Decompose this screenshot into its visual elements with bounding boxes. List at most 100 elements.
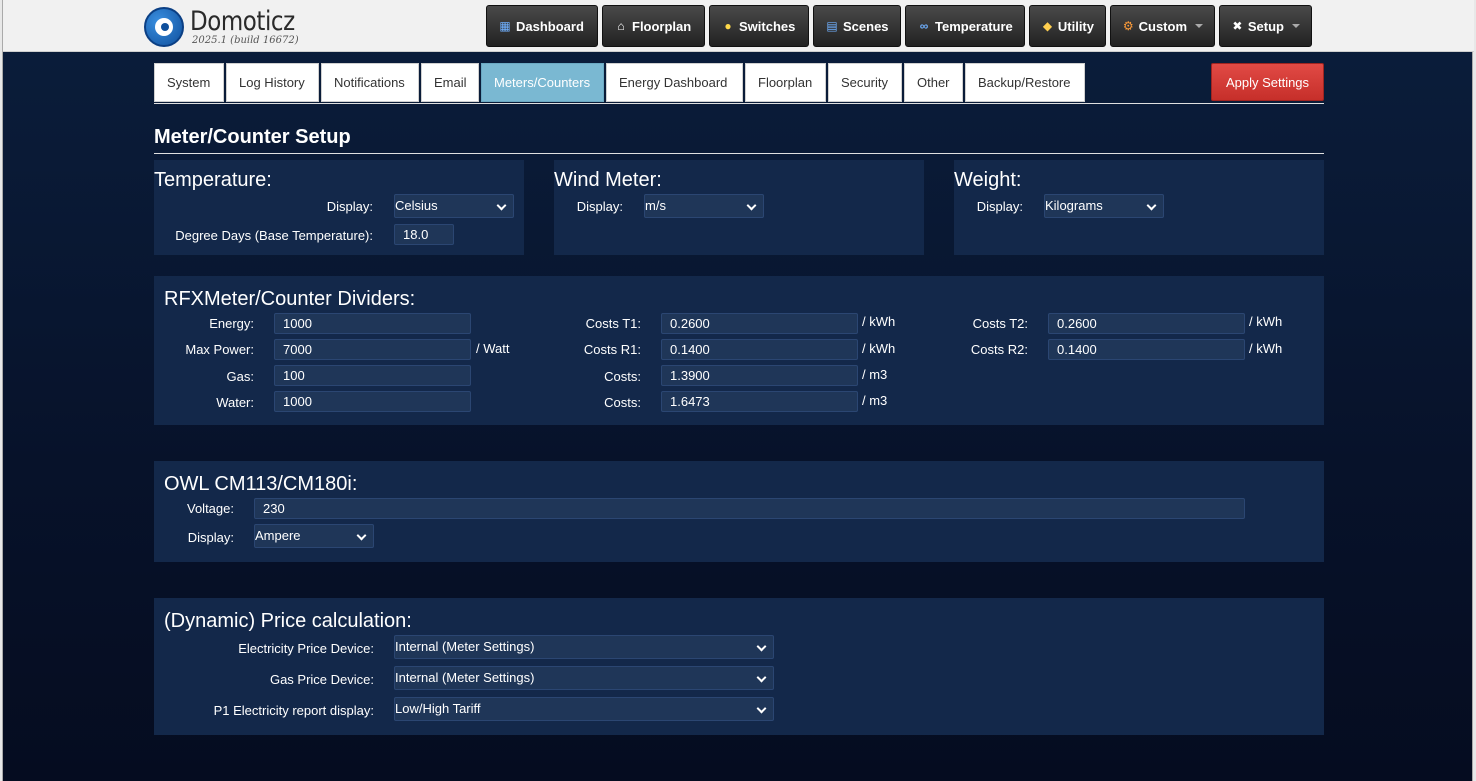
- rfxmeter-panel: RFXMeter/Counter Dividers: Energy: 1000 …: [154, 276, 1324, 425]
- nav-switches-button[interactable]: ● Switches: [709, 5, 809, 47]
- chevron-down-icon: [756, 703, 767, 714]
- tab-notifications[interactable]: Notifications: [321, 63, 419, 102]
- costs-t1-input[interactable]: 0.2600: [661, 313, 858, 334]
- nav-setup-dropdown[interactable]: ✖ Setup: [1219, 5, 1312, 47]
- electricity-price-device-value: Internal (Meter Settings): [395, 639, 535, 654]
- costs-t2-input[interactable]: 0.2600: [1048, 313, 1245, 334]
- caret-down-icon: [1195, 24, 1203, 28]
- p1-report-display-value: Low/High Tariff: [395, 701, 481, 716]
- owl-display-select[interactable]: Ampere: [254, 524, 374, 548]
- rfxmeter-title: RFXMeter/Counter Dividers:: [164, 288, 416, 310]
- dashboard-icon: ▦: [499, 19, 511, 33]
- owl-display-label: Display:: [187, 530, 234, 545]
- wind-meter-panel: Wind Meter: Display: m/s: [554, 160, 924, 255]
- max-power-unit: / Watt: [476, 341, 510, 356]
- max-power-label: Max Power:: [185, 342, 254, 357]
- caret-down-icon: [1292, 24, 1300, 28]
- temperature-panel: Temperature: Display: Celsius Degree Day…: [154, 160, 524, 255]
- gas-price-device-label: Gas Price Device:: [269, 672, 374, 687]
- nav-setup-label: Setup: [1247, 18, 1284, 34]
- weight-panel: Weight: Display: Kilograms: [954, 160, 1324, 255]
- nav-floorplan-button[interactable]: ⌂ Floorplan: [602, 5, 705, 47]
- nav-switches-label: Switches: [739, 18, 796, 34]
- temperature-display-value: Celsius: [395, 198, 438, 213]
- gas-label: Gas:: [226, 369, 254, 384]
- costs-t2-label: Costs T2:: [972, 316, 1028, 331]
- water-input[interactable]: 1000: [274, 391, 471, 412]
- degree-days-input[interactable]: 18.0: [394, 224, 454, 245]
- nav-temperature-label: Temperature: [935, 18, 1013, 34]
- weight-display-label: Display:: [976, 199, 1023, 214]
- app-frame: Domoticz 2025.1 (build 16672) ▦ Dashboar…: [2, 0, 1474, 781]
- app-name: Domoticz: [190, 6, 295, 37]
- water-label: Water:: [216, 395, 254, 410]
- main-nav: ▦ Dashboard ⌂ Floorplan ● Switches ▤ Sce…: [486, 5, 1312, 47]
- weight-display-select[interactable]: Kilograms: [1044, 194, 1164, 218]
- temperature-title: Temperature:: [154, 169, 272, 191]
- wind-display-label: Display:: [576, 199, 623, 214]
- costs-t1-unit: / kWh: [862, 314, 896, 329]
- nav-scenes-button[interactable]: ▤ Scenes: [813, 5, 901, 47]
- wind-display-value: m/s: [645, 198, 666, 213]
- tools-icon: ✖: [1232, 19, 1243, 33]
- chevron-down-icon: [756, 641, 767, 652]
- nav-dashboard-button[interactable]: ▦ Dashboard: [486, 5, 598, 47]
- energy-input[interactable]: 1000: [274, 313, 471, 334]
- nav-temperature-button[interactable]: ∞ Temperature: [905, 5, 1025, 47]
- costs-t1-label: Costs T1:: [585, 316, 641, 331]
- gas-price-device-select[interactable]: Internal (Meter Settings): [394, 666, 774, 690]
- nav-custom-dropdown[interactable]: ⚙ Custom: [1110, 5, 1215, 47]
- price-calculation-panel: (Dynamic) Price calculation: Electricity…: [154, 598, 1324, 735]
- p1-report-display-select[interactable]: Low/High Tariff: [394, 697, 774, 721]
- tab-floorplan[interactable]: Floorplan: [745, 63, 826, 102]
- costs-r2-unit: / kWh: [1249, 341, 1283, 356]
- gear-icon: ⚙: [1122, 19, 1134, 33]
- setup-tabs: System Log History Notifications Email M…: [154, 63, 1085, 102]
- owl-display-value: Ampere: [255, 528, 301, 543]
- tab-backup-restore[interactable]: Backup/Restore: [965, 63, 1085, 102]
- tab-security[interactable]: Security: [828, 63, 902, 102]
- voltage-input[interactable]: 230: [254, 498, 1245, 519]
- film-icon: ▤: [826, 19, 838, 33]
- chevron-down-icon: [746, 200, 757, 211]
- apply-settings-button[interactable]: Apply Settings: [1211, 63, 1324, 101]
- title-divider: [154, 153, 1324, 154]
- max-power-input[interactable]: 7000: [274, 339, 471, 360]
- utility-icon: ◆: [1042, 19, 1053, 33]
- weight-title: Weight:: [954, 169, 1022, 191]
- voltage-label: Voltage:: [187, 501, 234, 516]
- chevron-down-icon: [356, 530, 367, 541]
- temperature-display-label: Display:: [326, 199, 373, 214]
- wind-meter-title: Wind Meter:: [554, 169, 662, 191]
- costs-gas-input[interactable]: 1.3900: [661, 365, 858, 386]
- page-title: Meter/Counter Setup: [154, 126, 351, 148]
- costs-gas-label: Costs:: [604, 369, 641, 384]
- nav-utility-label: Utility: [1057, 18, 1094, 34]
- temperature-display-select[interactable]: Celsius: [394, 194, 514, 218]
- electricity-price-device-select[interactable]: Internal (Meter Settings): [394, 635, 774, 659]
- chevron-down-icon: [756, 672, 767, 683]
- tab-email[interactable]: Email: [421, 63, 479, 102]
- tab-energy-dashboard[interactable]: Energy Dashboard: [606, 63, 743, 102]
- energy-label: Energy:: [209, 316, 254, 331]
- degree-days-label: Degree Days (Base Temperature):: [175, 228, 373, 243]
- tab-system[interactable]: System: [154, 63, 224, 102]
- tab-other[interactable]: Other: [904, 63, 963, 102]
- owl-title: OWL CM113/CM180i:: [164, 473, 358, 495]
- nav-utility-button[interactable]: ◆ Utility: [1029, 5, 1106, 47]
- electricity-price-device-label: Electricity Price Device:: [238, 641, 374, 656]
- tab-meters-counters[interactable]: Meters/Counters: [481, 63, 604, 102]
- tab-log-history[interactable]: Log History: [226, 63, 319, 102]
- wind-display-select[interactable]: m/s: [644, 194, 764, 218]
- gas-input[interactable]: 100: [274, 365, 471, 386]
- costs-r1-input[interactable]: 0.1400: [661, 339, 858, 360]
- costs-water-input[interactable]: 1.6473: [661, 391, 858, 412]
- nav-scenes-label: Scenes: [843, 18, 889, 34]
- chevron-down-icon: [1146, 200, 1157, 211]
- costs-water-label: Costs:: [604, 395, 641, 410]
- top-navbar: Domoticz 2025.1 (build 16672) ▦ Dashboar…: [3, 0, 1474, 52]
- app-version: 2025.1 (build 16672): [192, 35, 299, 46]
- costs-r2-input[interactable]: 0.1400: [1048, 339, 1245, 360]
- costs-r1-unit: / kWh: [862, 341, 896, 356]
- costs-r2-label: Costs R2:: [970, 342, 1028, 357]
